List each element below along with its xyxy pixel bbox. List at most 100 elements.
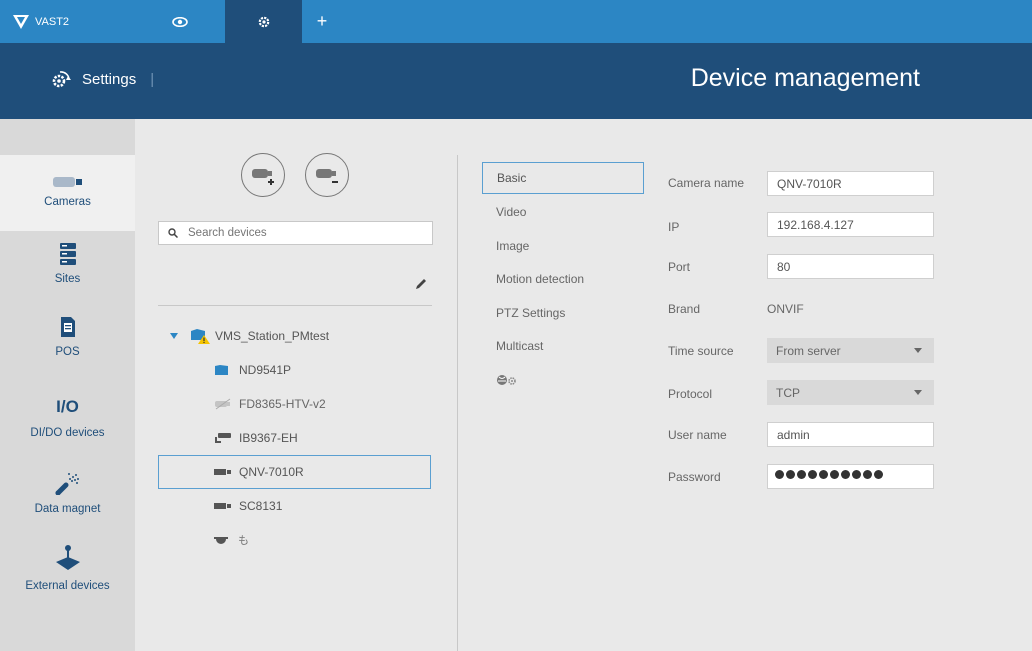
tab-live-view[interactable] xyxy=(135,0,225,43)
tab-label: Basic xyxy=(497,171,527,185)
page-header: Settings | Device management xyxy=(0,43,1032,119)
edit-pencil-icon[interactable] xyxy=(415,278,427,290)
sidebar-item-label: Data magnet xyxy=(34,503,101,515)
sidebar-item-cameras[interactable]: Cameras xyxy=(0,155,135,231)
time-source-value: From server xyxy=(776,343,841,358)
protocol-select[interactable]: TCP xyxy=(767,380,934,405)
time-source-select[interactable]: From server xyxy=(767,338,934,363)
tab-label: PTZ Settings xyxy=(496,306,566,320)
user-name-field[interactable] xyxy=(767,422,934,447)
ip-label: IP xyxy=(668,220,680,234)
app-name: VAST2 xyxy=(35,15,70,28)
tree-node-device[interactable]: SC8131 xyxy=(158,489,431,523)
vivotek-logo-icon xyxy=(13,14,29,29)
sidebar-item-label: POS xyxy=(55,346,80,358)
sidebar: Cameras Sites POS I/O DI/DO devices Data… xyxy=(0,119,135,651)
bullet-camera-icon xyxy=(214,432,232,444)
password-dot xyxy=(797,470,806,479)
add-camera-button[interactable] xyxy=(241,153,285,197)
tab-settings[interactable] xyxy=(225,0,302,43)
data-magnet-icon xyxy=(55,473,79,495)
tree-node-device[interactable]: FD8365-HTV-v2 xyxy=(158,387,431,421)
ip-field[interactable] xyxy=(767,212,934,237)
joystick-icon xyxy=(55,545,80,570)
camera-icon xyxy=(52,177,82,187)
header-separator: | xyxy=(150,70,155,88)
sidebar-item-label: Cameras xyxy=(44,196,91,208)
tab-motion-detection[interactable]: Motion detection xyxy=(482,263,644,295)
box-camera-icon xyxy=(214,501,232,511)
tree-node-label: FD8365-HTV-v2 xyxy=(239,397,326,411)
protocol-value: TCP xyxy=(776,385,800,400)
sidebar-item-dido-devices[interactable]: I/O DI/DO devices xyxy=(0,397,135,457)
password-dot xyxy=(852,470,861,479)
search-input[interactable] xyxy=(188,227,418,239)
eye-icon xyxy=(172,16,188,27)
brand-label: Brand xyxy=(668,302,701,316)
device-list-panel: VMS_Station_PMtest ND9541P FD8365-HTV-v2… xyxy=(135,119,457,651)
protocol-label: Protocol xyxy=(668,387,713,401)
tab-ptz-settings[interactable]: PTZ Settings xyxy=(482,297,644,329)
sidebar-item-label: DI/DO devices xyxy=(30,427,105,439)
tab-advanced[interactable] xyxy=(482,364,644,396)
camera-name-label: Camera name xyxy=(668,176,745,190)
camera-name-field[interactable] xyxy=(767,171,934,196)
station-warning-icon xyxy=(191,327,211,345)
password-dot xyxy=(819,470,828,479)
tab-label: Video xyxy=(496,205,527,219)
password-dot xyxy=(775,470,784,479)
io-icon: I/O xyxy=(56,397,79,416)
gear-icon xyxy=(258,16,269,27)
tree-node-label: ND9541P xyxy=(239,363,292,377)
port-field[interactable] xyxy=(767,254,934,279)
tab-image[interactable]: Image xyxy=(482,230,644,262)
password-dot xyxy=(874,470,883,479)
tree-node-device[interactable]: IB9367-EH xyxy=(158,421,431,455)
add-tab-button[interactable]: + xyxy=(302,0,342,43)
panel-divider xyxy=(457,155,458,651)
tree-node-device[interactable]: ND9541P xyxy=(158,353,431,387)
time-source-label: Time source xyxy=(668,344,734,358)
password-mask xyxy=(775,470,883,479)
settings-breadcrumb: Settings | xyxy=(50,69,154,89)
tree-node-device-selected[interactable]: QNV-7010R xyxy=(158,455,431,489)
user-name-label: User name xyxy=(668,428,727,442)
sidebar-item-external-devices[interactable]: External devices xyxy=(0,544,135,612)
advanced-settings-icon xyxy=(497,375,516,385)
search-box xyxy=(158,221,433,245)
password-dot xyxy=(808,470,817,479)
app-brand: VAST2 xyxy=(0,0,135,43)
tree-node-label: SC8131 xyxy=(239,499,283,513)
password-dot xyxy=(863,470,872,479)
camera-disconnected-icon xyxy=(214,398,232,410)
remove-camera-button[interactable] xyxy=(305,153,349,197)
document-icon xyxy=(60,317,75,337)
server-icon xyxy=(59,243,76,265)
plus-icon: + xyxy=(316,11,328,31)
sidebar-item-sites[interactable]: Sites xyxy=(0,243,135,303)
search-icon xyxy=(168,228,178,238)
brand-value: ONVIF xyxy=(767,302,804,316)
folder-icon xyxy=(215,364,229,376)
dome-camera-icon xyxy=(214,535,228,545)
settings-label: Settings xyxy=(82,70,137,88)
password-label: Password xyxy=(668,470,721,484)
tree-node-label: QNV-7010R xyxy=(239,465,304,479)
sidebar-item-label: External devices xyxy=(25,580,110,592)
top-tab-bar: VAST2 + xyxy=(0,0,1032,43)
expand-arrow-icon[interactable] xyxy=(170,333,178,339)
tab-label: Motion detection xyxy=(496,272,585,286)
sidebar-item-pos[interactable]: POS xyxy=(0,316,135,376)
tab-video[interactable]: Video xyxy=(482,196,644,228)
tree-node-label: も xyxy=(238,535,249,547)
tree-node-device[interactable]: も xyxy=(158,523,431,557)
port-label: Port xyxy=(668,260,691,274)
tab-basic[interactable]: Basic xyxy=(482,162,644,194)
sidebar-item-data-magnet[interactable]: Data magnet xyxy=(0,471,135,535)
tree-node-station[interactable]: VMS_Station_PMtest xyxy=(158,319,431,353)
page-title: Device management xyxy=(690,64,920,92)
tab-multicast[interactable]: Multicast xyxy=(482,330,644,362)
box-camera-icon xyxy=(214,467,232,477)
sidebar-item-label: Sites xyxy=(54,273,81,285)
tab-label: Image xyxy=(496,239,530,253)
